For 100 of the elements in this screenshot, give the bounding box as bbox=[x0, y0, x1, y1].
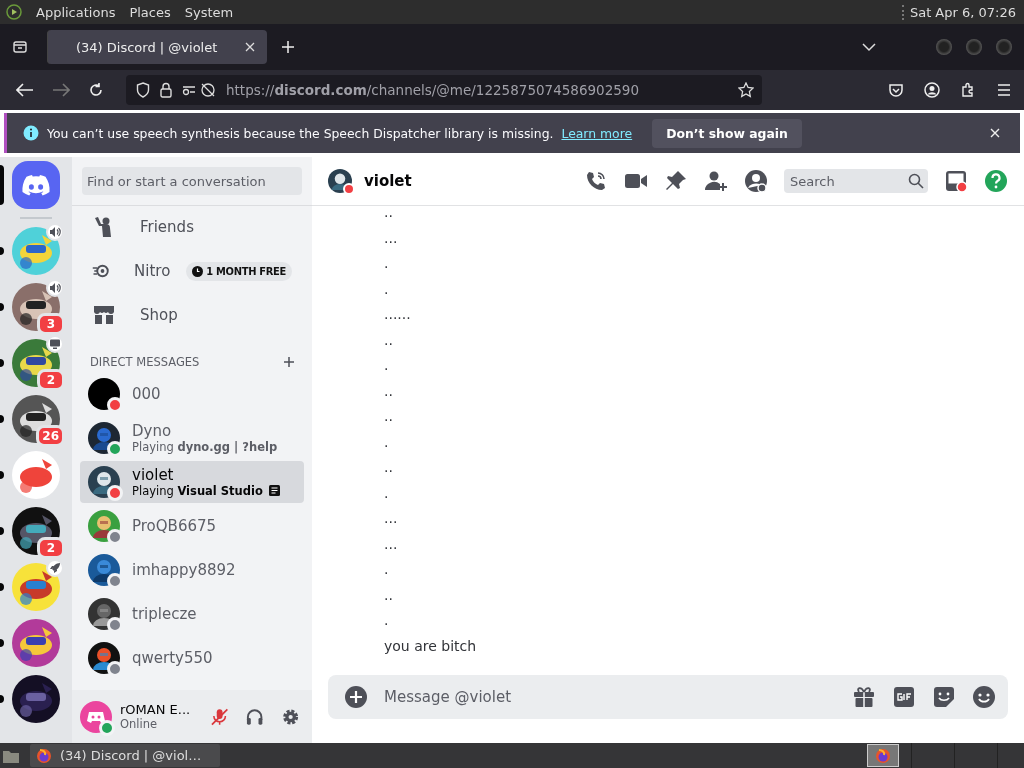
server-icon[interactable] bbox=[12, 675, 60, 723]
user-status: Online bbox=[120, 717, 159, 731]
search-field[interactable]: Find or start a conversation bbox=[82, 167, 302, 195]
panel-menu[interactable]: System bbox=[184, 4, 234, 20]
info-icon bbox=[23, 125, 39, 141]
message-text: .. bbox=[384, 407, 394, 426]
dm-item[interactable]: qwerty550 bbox=[80, 637, 304, 679]
message-text: ...... bbox=[384, 305, 412, 324]
chevron-down-icon[interactable] bbox=[862, 42, 876, 52]
account-icon[interactable] bbox=[924, 82, 940, 98]
gif-icon[interactable] bbox=[892, 685, 916, 709]
add-icon[interactable] bbox=[284, 357, 294, 367]
panel-menu[interactable]: Places bbox=[129, 4, 171, 20]
phone-icon[interactable] bbox=[584, 169, 608, 193]
unread-indicator bbox=[0, 583, 4, 591]
forward-icon[interactable] bbox=[52, 83, 70, 97]
promo-badge: 1 MONTH FREE bbox=[186, 261, 292, 281]
server-icon[interactable]: 3 bbox=[12, 283, 60, 331]
dm-item[interactable]: ProQB6675 bbox=[80, 505, 304, 547]
message-text: .. bbox=[384, 458, 394, 477]
headphones-icon[interactable] bbox=[245, 706, 265, 727]
search-field[interactable]: Search bbox=[784, 169, 928, 193]
shield-icon[interactable] bbox=[136, 82, 150, 98]
message-text: . bbox=[384, 560, 390, 579]
distro-logo-icon[interactable] bbox=[6, 4, 22, 20]
pocket-icon[interactable] bbox=[888, 82, 904, 98]
nav-item[interactable]: Shop bbox=[80, 293, 304, 337]
permissions-icon[interactable] bbox=[182, 82, 216, 98]
help-icon[interactable] bbox=[984, 169, 1008, 193]
dm-item[interactable]: imhappy8892 bbox=[80, 549, 304, 591]
dm-item[interactable]: 000 bbox=[80, 373, 304, 415]
browser-icon bbox=[36, 747, 52, 764]
dm-item[interactable]: Dyno Playing dyno.gg | ?help bbox=[80, 417, 304, 459]
mention-count: 3 bbox=[37, 313, 65, 335]
server-icon[interactable]: 2 bbox=[12, 507, 60, 555]
learn-more-link[interactable]: Learn more bbox=[561, 125, 633, 141]
discord-logo-icon bbox=[22, 174, 50, 196]
message-input[interactable]: Message @violet bbox=[328, 675, 1008, 719]
message-text: ... bbox=[384, 534, 399, 554]
message-text: . bbox=[384, 279, 390, 299]
unread-indicator bbox=[0, 359, 4, 367]
unread-indicator bbox=[0, 303, 4, 311]
unread-indicator bbox=[0, 695, 4, 703]
reload-icon[interactable] bbox=[88, 82, 104, 98]
message-text: ... bbox=[384, 509, 399, 528]
inbox-icon[interactable] bbox=[944, 169, 968, 193]
tab-list-icon[interactable] bbox=[12, 39, 28, 55]
speaker-icon bbox=[46, 279, 64, 297]
message-text: . bbox=[384, 254, 390, 273]
section-header: DIRECT MESSAGES bbox=[90, 355, 200, 369]
close-icon[interactable] bbox=[245, 42, 255, 52]
channel-title: violet bbox=[364, 172, 412, 190]
server-icon[interactable]: 26 bbox=[12, 395, 60, 443]
unread-indicator bbox=[0, 247, 4, 255]
unread-indicator bbox=[0, 471, 4, 479]
message-text: ... bbox=[384, 228, 399, 248]
message-text: .. bbox=[384, 585, 394, 605]
speaker-icon bbox=[46, 223, 64, 241]
extensions-icon[interactable] bbox=[960, 82, 976, 98]
sticker-icon[interactable] bbox=[932, 685, 956, 709]
message-text: .. bbox=[384, 205, 394, 222]
dont-show-again-button[interactable]: Don’t show again bbox=[652, 118, 802, 148]
new-tab-icon[interactable] bbox=[281, 40, 295, 54]
lock-icon[interactable] bbox=[160, 82, 172, 98]
add-attachment-icon[interactable] bbox=[344, 685, 368, 709]
dm-item[interactable]: violet Playing Visual Studio bbox=[80, 461, 304, 503]
message-text: you are bitch bbox=[384, 636, 478, 656]
close-icon[interactable] bbox=[990, 128, 1000, 138]
star-icon[interactable] bbox=[738, 82, 754, 98]
address-bar[interactable]: https://discord.com/channels/@me/1225875074586902590 bbox=[126, 75, 762, 105]
nav-item[interactable]: Nitro 1 MONTH FREE bbox=[80, 249, 304, 293]
nav-item[interactable]: Friends bbox=[80, 205, 304, 249]
notification-message: You can’t use speech synthesis because the Speech Dispatcher library is missing. bbox=[47, 125, 554, 141]
menu-icon[interactable] bbox=[996, 83, 1012, 97]
unread-indicator bbox=[0, 639, 4, 647]
panel-menu[interactable]: Applications bbox=[36, 4, 116, 20]
dm-item[interactable]: triplecze bbox=[80, 593, 304, 635]
gift-icon[interactable] bbox=[852, 685, 876, 709]
back-icon[interactable] bbox=[16, 83, 34, 97]
message-text: .. bbox=[384, 330, 394, 350]
activity-status: Playing Visual Studio bbox=[132, 484, 263, 498]
browser-tab[interactable]: (34) Discord | @violet bbox=[47, 30, 267, 64]
pin-icon[interactable] bbox=[664, 169, 688, 193]
user-profile-icon[interactable] bbox=[744, 169, 768, 193]
search-icon bbox=[908, 173, 924, 189]
emoji-icon[interactable] bbox=[972, 685, 996, 709]
mention-count: 26 bbox=[36, 425, 65, 447]
rocket-icon bbox=[46, 559, 64, 577]
url-text: https://discord.com/channels/@me/1225875074586902590 bbox=[226, 82, 640, 98]
monitor-icon bbox=[46, 335, 64, 353]
server-icon[interactable] bbox=[12, 619, 60, 667]
mention-count: 2 bbox=[37, 537, 65, 559]
server-icon[interactable]: 2 bbox=[12, 339, 60, 387]
home-button[interactable] bbox=[12, 161, 60, 209]
muted-microphone-icon[interactable] bbox=[210, 706, 230, 727]
taskbar-button[interactable]: (34) Discord | @viol… bbox=[30, 744, 220, 767]
message-text: .. bbox=[384, 381, 394, 401]
message-text: . bbox=[384, 432, 390, 452]
browser-tray-icon[interactable] bbox=[867, 744, 899, 767]
add-friend-icon[interactable] bbox=[704, 169, 728, 193]
